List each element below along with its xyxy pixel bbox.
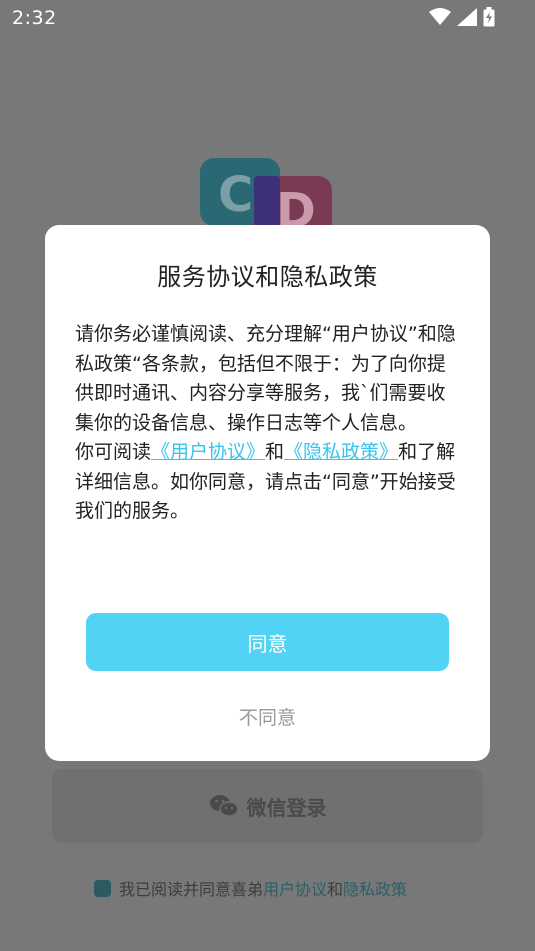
paragraph-2-and: 和 <box>265 441 285 463</box>
disagree-button[interactable]: 不同意 <box>45 703 490 730</box>
privacy-dialog: 服务协议和隐私政策 请你务必谨慎阅读、充分理解“用户协议”和隐私政策“各条款，包… <box>45 225 490 761</box>
dialog-privacy-policy-link[interactable]: 《隐私政策》 <box>284 441 398 463</box>
agree-button[interactable]: 同意 <box>86 613 449 671</box>
dialog-title: 服务协议和隐私政策 <box>157 263 378 291</box>
dialog-paragraph-1: 请你务必谨慎阅读、充分理解“用户协议”和隐私政策“各条款，包括但不限于：为了向你… <box>75 323 456 434</box>
dialog-user-agreement-link[interactable]: 《用户协议》 <box>151 441 265 463</box>
dialog-paragraph-2: 你可阅读《用户协议》和《隐私政策》和了解详细信息。如你同意，请点击“同意”开始接… <box>75 438 460 527</box>
dialog-body: 请你务必谨慎阅读、充分理解“用户协议”和隐私政策“各条款，包括但不限于：为了向你… <box>75 320 460 527</box>
paragraph-2-prefix: 你可阅读 <box>75 441 152 463</box>
